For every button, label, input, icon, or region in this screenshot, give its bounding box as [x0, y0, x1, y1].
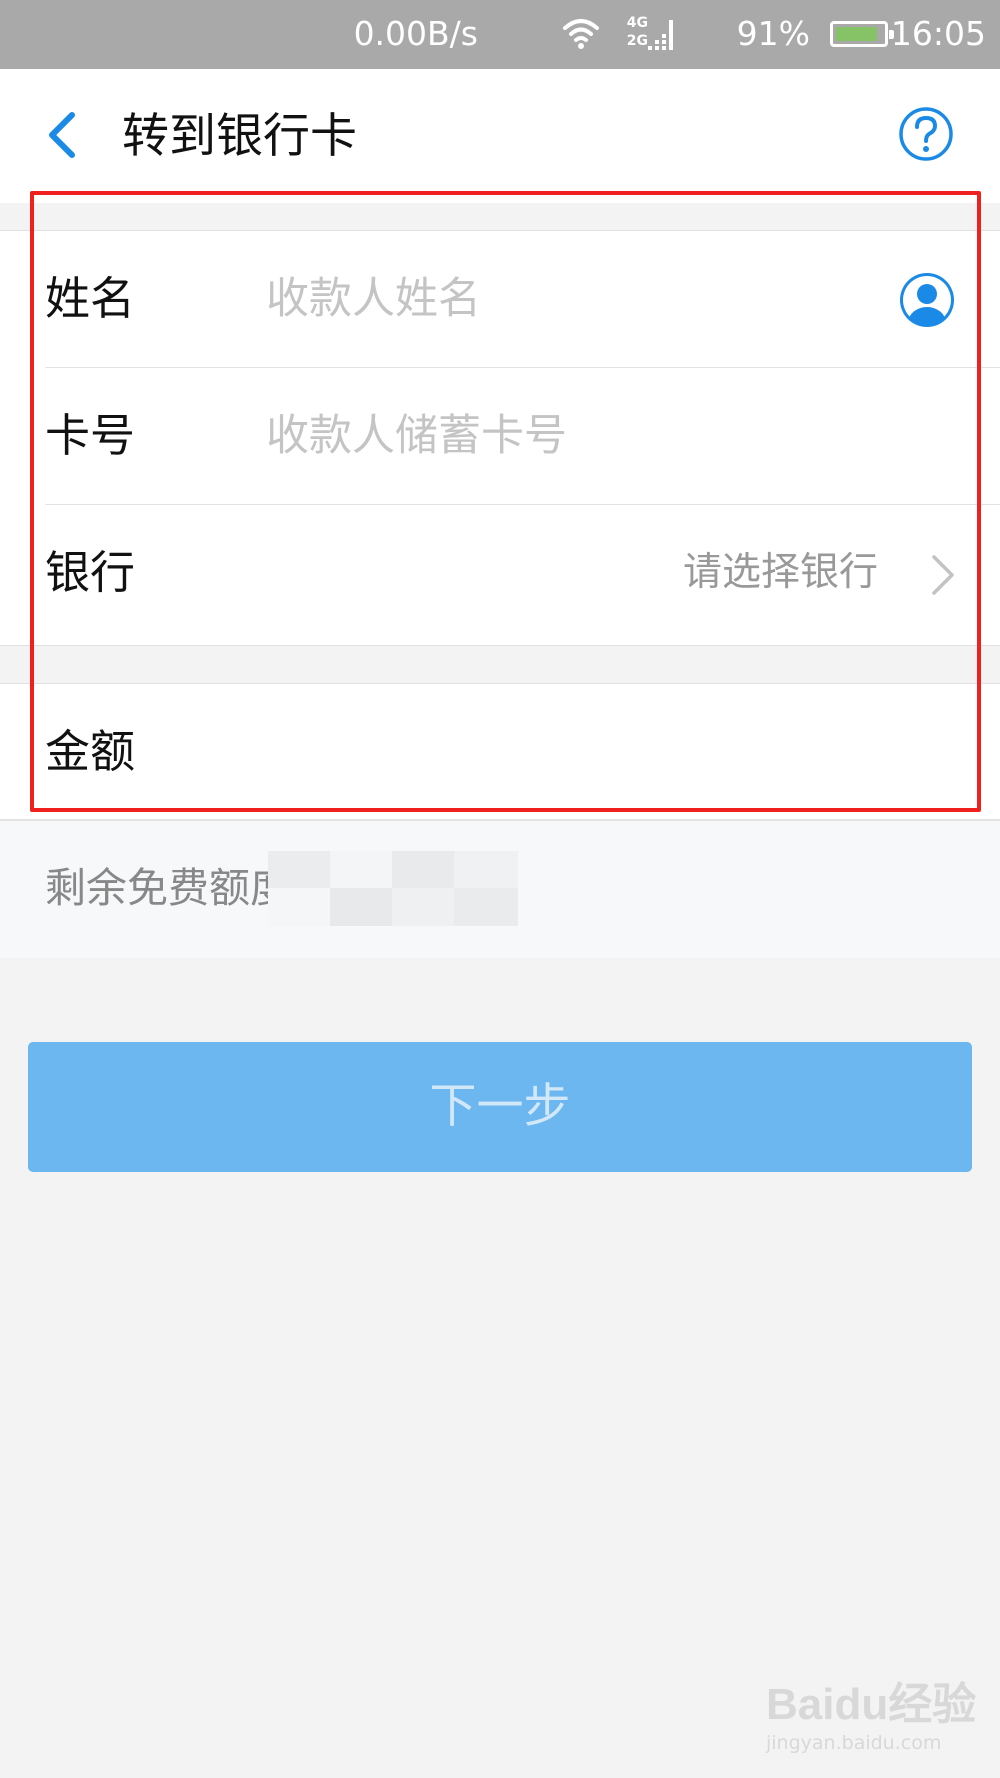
recipient-section: 姓名 卡号 银行 请选择银行 — [0, 230, 1000, 646]
battery-level-fill — [836, 27, 878, 41]
status-bar: 0.00B/s 4G 2G 91% 16:05 — [0, 0, 1000, 69]
chevron-left-icon[interactable] — [36, 105, 96, 165]
section-gap — [0, 203, 1000, 230]
page-title: 转到银行卡 — [122, 109, 357, 164]
name-row: 姓名 — [0, 231, 1000, 368]
section-gap — [0, 646, 1000, 683]
network-type-labels: 4G 2G — [627, 14, 648, 50]
wifi-icon — [563, 19, 599, 49]
network-type-2g: 2G — [626, 33, 648, 49]
battery-percent: 91% — [736, 14, 810, 53]
battery-icon — [830, 21, 894, 47]
nav-bar: 转到银行卡 — [0, 69, 1000, 203]
amount-section: 金额 — [0, 683, 1000, 820]
chevron-right-icon — [932, 555, 954, 595]
question-circle-icon[interactable] — [898, 106, 954, 162]
amount-row: 金额 — [0, 684, 1000, 821]
baidu-jingyan-watermark: Baidu经验 jingyan.baidu.com — [760, 1665, 976, 1765]
free-quota-label: 剩余免费额度 — [45, 864, 291, 912]
clock: 16:05 — [890, 14, 986, 53]
amount-input[interactable] — [266, 722, 866, 782]
card-number-input[interactable] — [266, 406, 866, 466]
contact-person-icon[interactable] — [898, 271, 956, 329]
watermark-logo: Baidu经验 — [766, 1680, 977, 1729]
bank-select-value[interactable]: 请选择银行 — [683, 547, 878, 599]
next-step-button[interactable]: 下一步 — [28, 1042, 972, 1172]
amount-label: 金额 — [45, 725, 136, 778]
watermark-url: jingyan.baidu.com — [766, 1732, 942, 1754]
network-speed: 0.00B/s — [353, 14, 478, 53]
card-row: 卡号 — [0, 368, 1000, 505]
bank-row[interactable]: 银行 请选择银行 — [0, 505, 1000, 642]
signal-bars-icon — [648, 20, 673, 50]
name-label: 姓名 — [45, 272, 136, 325]
card-label: 卡号 — [45, 409, 136, 462]
name-input[interactable] — [266, 269, 866, 329]
free-quota-bar: 剩余免费额度 — [0, 820, 1000, 958]
pixelated-redaction — [268, 851, 518, 926]
bank-label: 银行 — [45, 546, 136, 599]
network-type-4g: 4G — [626, 15, 648, 31]
